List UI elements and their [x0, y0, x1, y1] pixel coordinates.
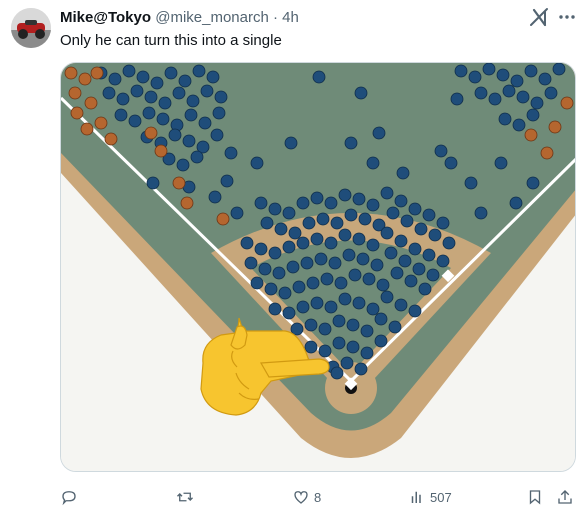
spray-chart-image [61, 63, 575, 471]
retweet-button[interactable] [176, 485, 198, 509]
bookmark-icon [529, 490, 541, 505]
bookmark-button[interactable] [526, 485, 544, 509]
separator-dot: · [273, 9, 278, 26]
heart-icon [294, 491, 308, 504]
tweet-header: Mike@Tokyo @mike_monarch · 4h [60, 9, 528, 27]
avatar[interactable] [11, 8, 51, 48]
like-count: 8 [314, 489, 322, 505]
avatar-image [11, 8, 51, 48]
share-button[interactable] [556, 485, 574, 509]
more-icon[interactable] [556, 6, 578, 28]
reply-button[interactable] [60, 485, 82, 509]
share-icon [558, 490, 572, 504]
author-display-name[interactable]: Mike@Tokyo [60, 9, 151, 26]
grok-icon[interactable] [528, 6, 550, 28]
views-button[interactable]: 507 [408, 485, 452, 509]
author-handle[interactable]: @mike_monarch [155, 9, 269, 26]
tweet-actions: 8 507 [0, 485, 588, 509]
tweet-text: Only he can turn this into a single [60, 32, 282, 49]
retweet-icon [177, 492, 193, 502]
reply-icon [62, 491, 76, 506]
like-button[interactable]: 8 [292, 485, 321, 509]
tweet-timestamp[interactable]: 4h [282, 9, 299, 26]
views-count: 507 [430, 489, 452, 505]
views-icon [411, 491, 421, 503]
tweet-media[interactable] [60, 62, 576, 472]
